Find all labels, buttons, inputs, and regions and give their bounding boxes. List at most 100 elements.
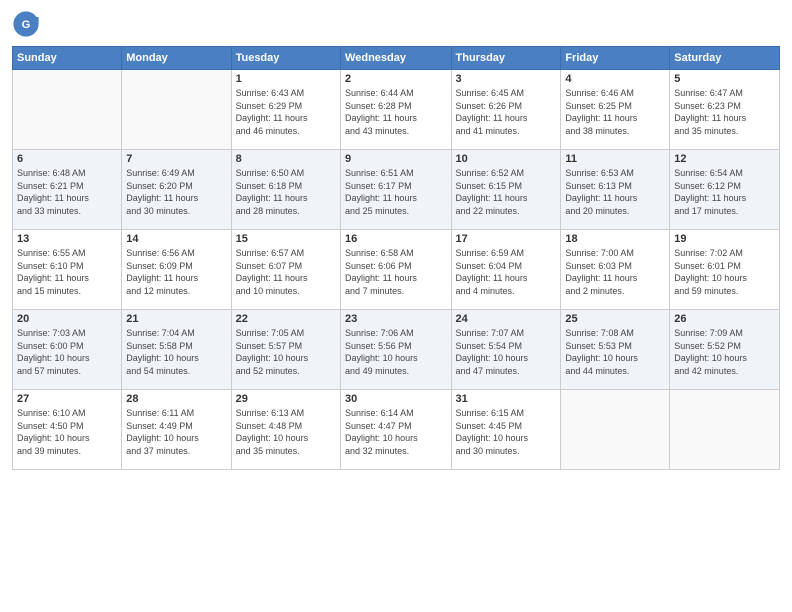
day-info: Sunrise: 7:07 AMSunset: 5:54 PMDaylight:… <box>456 327 557 377</box>
weekday-header: Wednesday <box>341 47 451 70</box>
day-info: Sunrise: 6:43 AMSunset: 6:29 PMDaylight:… <box>236 87 336 137</box>
calendar-cell: 30 Sunrise: 6:14 AMSunset: 4:47 PMDayligh… <box>341 390 451 470</box>
calendar-cell: 24 Sunrise: 7:07 AMSunset: 5:54 PMDayligh… <box>451 310 561 390</box>
day-number: 12 <box>674 153 775 165</box>
day-number: 21 <box>126 313 226 325</box>
calendar-week-row: 27 Sunrise: 6:10 AMSunset: 4:50 PMDayligh… <box>13 390 780 470</box>
day-number: 26 <box>674 313 775 325</box>
day-number: 4 <box>565 73 665 85</box>
day-info: Sunrise: 6:45 AMSunset: 6:26 PMDaylight:… <box>456 87 557 137</box>
calendar-cell <box>13 70 122 150</box>
calendar-cell: 26 Sunrise: 7:09 AMSunset: 5:52 PMDayligh… <box>670 310 780 390</box>
day-number: 17 <box>456 233 557 245</box>
day-info: Sunrise: 6:58 AMSunset: 6:06 PMDaylight:… <box>345 247 446 297</box>
weekday-header: Friday <box>561 47 670 70</box>
calendar-cell: 20Sunrise: 7:03 AMSunset: 6:00 PMDayligh… <box>13 310 122 390</box>
calendar-cell: 1 Sunrise: 6:43 AMSunset: 6:29 PMDaylight… <box>231 70 340 150</box>
day-info: Sunrise: 6:48 AMSunset: 6:21 PMDaylight:… <box>17 167 117 217</box>
calendar-cell: 25Sunrise: 7:08 AMSunset: 5:53 PMDayligh… <box>561 310 670 390</box>
weekday-header: Thursday <box>451 47 561 70</box>
day-number: 24 <box>456 313 557 325</box>
weekday-header: Tuesday <box>231 47 340 70</box>
calendar-cell: 21 Sunrise: 7:04 AMSunset: 5:58 PMDayligh… <box>122 310 231 390</box>
calendar-cell: 19Sunrise: 7:02 AMSunset: 6:01 PMDayligh… <box>670 230 780 310</box>
calendar-cell: 27 Sunrise: 6:10 AMSunset: 4:50 PMDayligh… <box>13 390 122 470</box>
day-info: Sunrise: 6:11 AMSunset: 4:49 PMDaylight:… <box>126 407 226 457</box>
calendar-cell: 14Sunrise: 6:56 AMSunset: 6:09 PMDayligh… <box>122 230 231 310</box>
day-info: Sunrise: 6:59 AMSunset: 6:04 PMDaylight:… <box>456 247 557 297</box>
weekday-header: Saturday <box>670 47 780 70</box>
day-number: 16 <box>345 233 446 245</box>
logo-icon: G <box>12 10 40 38</box>
day-number: 7 <box>126 153 226 165</box>
calendar-week-row: 1 Sunrise: 6:43 AMSunset: 6:29 PMDaylight… <box>13 70 780 150</box>
day-number: 29 <box>236 393 336 405</box>
day-number: 15 <box>236 233 336 245</box>
calendar-page: G SundayMondayTuesdayWednesdayThursdayFr… <box>0 0 792 612</box>
day-number: 9 <box>345 153 446 165</box>
day-info: Sunrise: 6:51 AMSunset: 6:17 PMDaylight:… <box>345 167 446 217</box>
day-info: Sunrise: 7:06 AMSunset: 5:56 PMDaylight:… <box>345 327 446 377</box>
calendar-cell: 5Sunrise: 6:47 AMSunset: 6:23 PMDaylight… <box>670 70 780 150</box>
calendar-cell: 16 Sunrise: 6:58 AMSunset: 6:06 PMDayligh… <box>341 230 451 310</box>
calendar-cell <box>561 390 670 470</box>
calendar-table: SundayMondayTuesdayWednesdayThursdayFrid… <box>12 46 780 470</box>
day-info: Sunrise: 6:13 AMSunset: 4:48 PMDaylight:… <box>236 407 336 457</box>
day-number: 23 <box>345 313 446 325</box>
weekday-header: Monday <box>122 47 231 70</box>
calendar-cell: 4 Sunrise: 6:46 AMSunset: 6:25 PMDaylight… <box>561 70 670 150</box>
day-info: Sunrise: 6:46 AMSunset: 6:25 PMDaylight:… <box>565 87 665 137</box>
day-info: Sunrise: 6:49 AMSunset: 6:20 PMDaylight:… <box>126 167 226 217</box>
day-number: 13 <box>17 233 117 245</box>
day-number: 18 <box>565 233 665 245</box>
day-info: Sunrise: 6:54 AMSunset: 6:12 PMDaylight:… <box>674 167 775 217</box>
day-number: 6 <box>17 153 117 165</box>
calendar-cell: 18Sunrise: 7:00 AMSunset: 6:03 PMDayligh… <box>561 230 670 310</box>
calendar-cell: 9 Sunrise: 6:51 AMSunset: 6:17 PMDaylight… <box>341 150 451 230</box>
calendar-cell: 2 Sunrise: 6:44 AMSunset: 6:28 PMDaylight… <box>341 70 451 150</box>
calendar-cell: 23 Sunrise: 7:06 AMSunset: 5:56 PMDayligh… <box>341 310 451 390</box>
day-info: Sunrise: 6:44 AMSunset: 6:28 PMDaylight:… <box>345 87 446 137</box>
day-number: 30 <box>345 393 446 405</box>
day-number: 1 <box>236 73 336 85</box>
calendar-cell <box>122 70 231 150</box>
day-number: 28 <box>126 393 226 405</box>
day-info: Sunrise: 6:52 AMSunset: 6:15 PMDaylight:… <box>456 167 557 217</box>
calendar-cell: 7 Sunrise: 6:49 AMSunset: 6:20 PMDaylight… <box>122 150 231 230</box>
day-number: 27 <box>17 393 117 405</box>
day-number: 31 <box>456 393 557 405</box>
calendar-cell: 6 Sunrise: 6:48 AMSunset: 6:21 PMDaylight… <box>13 150 122 230</box>
day-number: 10 <box>456 153 557 165</box>
header: G <box>12 10 780 38</box>
logo: G <box>12 10 44 38</box>
calendar-cell: 29 Sunrise: 6:13 AMSunset: 4:48 PMDayligh… <box>231 390 340 470</box>
day-number: 8 <box>236 153 336 165</box>
day-number: 22 <box>236 313 336 325</box>
weekday-header: Sunday <box>13 47 122 70</box>
day-info: Sunrise: 6:53 AMSunset: 6:13 PMDaylight:… <box>565 167 665 217</box>
calendar-cell: 28 Sunrise: 6:11 AMSunset: 4:49 PMDayligh… <box>122 390 231 470</box>
calendar-cell: 22 Sunrise: 7:05 AMSunset: 5:57 PMDayligh… <box>231 310 340 390</box>
day-info: Sunrise: 6:10 AMSunset: 4:50 PMDaylight:… <box>17 407 117 457</box>
calendar-cell: 12 Sunrise: 6:54 AMSunset: 6:12 PMDayligh… <box>670 150 780 230</box>
day-info: Sunrise: 7:09 AMSunset: 5:52 PMDaylight:… <box>674 327 775 377</box>
day-info: Sunrise: 7:04 AMSunset: 5:58 PMDaylight:… <box>126 327 226 377</box>
day-info: Sunrise: 6:47 AMSunset: 6:23 PMDaylight:… <box>674 87 775 137</box>
day-info: Sunrise: 7:05 AMSunset: 5:57 PMDaylight:… <box>236 327 336 377</box>
calendar-cell <box>670 390 780 470</box>
day-number: 19 <box>674 233 775 245</box>
calendar-header-row: SundayMondayTuesdayWednesdayThursdayFrid… <box>13 47 780 70</box>
day-number: 25 <box>565 313 665 325</box>
day-info: Sunrise: 6:57 AMSunset: 6:07 PMDaylight:… <box>236 247 336 297</box>
calendar-cell: 15 Sunrise: 6:57 AMSunset: 6:07 PMDayligh… <box>231 230 340 310</box>
calendar-cell: 11Sunrise: 6:53 AMSunset: 6:13 PMDayligh… <box>561 150 670 230</box>
day-number: 3 <box>456 73 557 85</box>
calendar-cell: 3 Sunrise: 6:45 AMSunset: 6:26 PMDaylight… <box>451 70 561 150</box>
day-number: 2 <box>345 73 446 85</box>
svg-text:G: G <box>22 19 31 31</box>
day-info: Sunrise: 6:14 AMSunset: 4:47 PMDaylight:… <box>345 407 446 457</box>
calendar-cell: 17 Sunrise: 6:59 AMSunset: 6:04 PMDayligh… <box>451 230 561 310</box>
calendar-week-row: 13Sunrise: 6:55 AMSunset: 6:10 PMDayligh… <box>13 230 780 310</box>
calendar-cell: 10 Sunrise: 6:52 AMSunset: 6:15 PMDayligh… <box>451 150 561 230</box>
day-number: 14 <box>126 233 226 245</box>
